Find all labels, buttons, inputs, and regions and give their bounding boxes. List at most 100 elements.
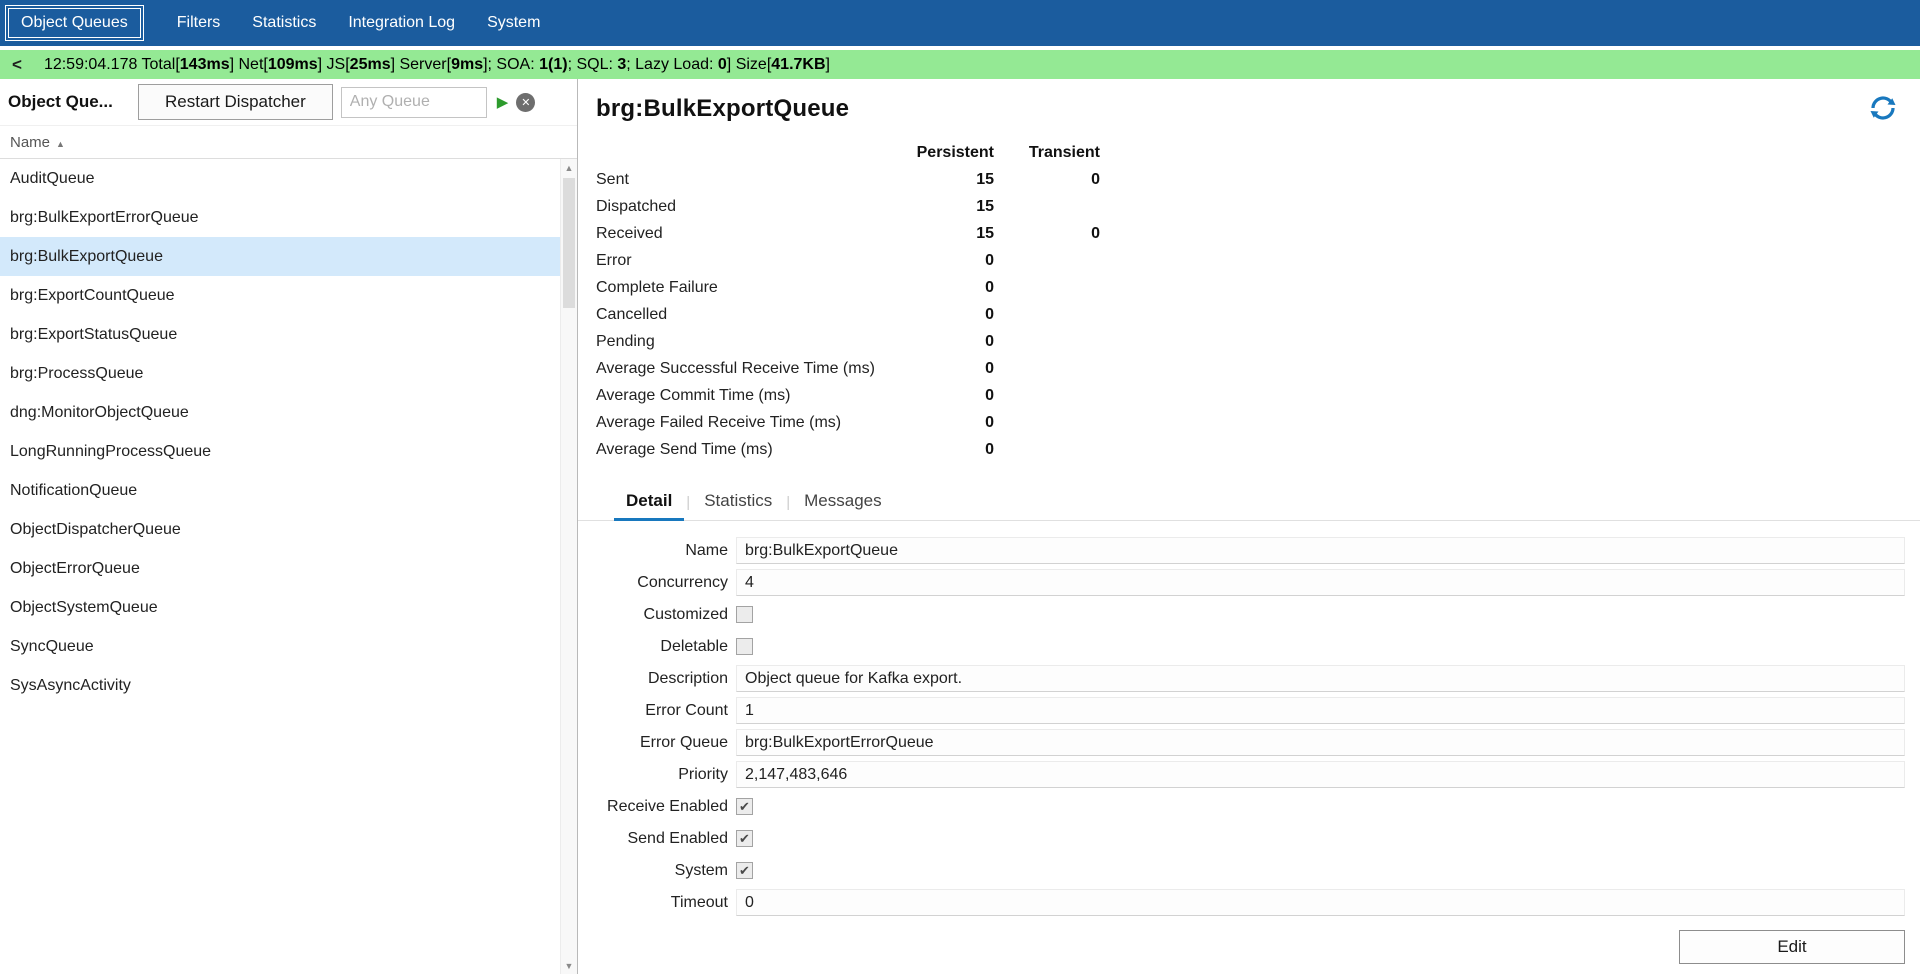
queue-list-item-brg-bulkexportqueue[interactable]: brg:BulkExportQueue [0,237,560,276]
stats-label: Average Successful Receive Time (ms) [596,360,896,378]
queue-list-item-objectdispatcherqueue[interactable]: ObjectDispatcherQueue [0,510,560,549]
perf-segment: 143ms [180,56,230,73]
scroll-up-icon[interactable] [561,159,577,176]
stats-transient-value: 0 [994,225,1100,243]
form-row-name: Namebrg:BulkExportQueue [596,537,1905,564]
perf-segment: ] Size[ [727,56,771,73]
restart-dispatcher-button[interactable]: Restart Dispatcher [138,84,333,120]
field-label-receive-enabled: Receive Enabled [596,798,736,816]
scroll-down-icon[interactable] [561,957,577,974]
queue-list-item-auditqueue[interactable]: AuditQueue [0,159,560,198]
stats-label: Pending [596,333,896,351]
stats-label: Sent [596,171,896,189]
perf-segment: ]; SOA: [483,56,539,73]
queue-search-input[interactable] [341,87,487,118]
stats-label: Complete Failure [596,279,896,297]
queue-list-body: AuditQueuebrg:BulkExportErrorQueuebrg:Bu… [0,159,577,974]
nav-tab-filters[interactable]: Filters [175,10,223,36]
detail-title: brg:BulkExportQueue [596,95,1905,123]
tab-detail[interactable]: Detail [612,491,686,520]
stats-label: Cancelled [596,306,896,324]
stats-label: Average Send Time (ms) [596,441,896,459]
column-header-name[interactable]: Name [0,126,577,159]
search-clear-icon[interactable] [516,93,535,112]
form-row-error-queue: Error Queuebrg:BulkExportErrorQueue [596,729,1905,756]
field-value-description[interactable]: Object queue for Kafka export. [736,665,1905,692]
queue-panel: Object Que... Restart Dispatcher ▶ Name … [0,79,578,974]
perf-segment: 41.7KB [771,56,825,73]
perf-segment: ; Lazy Load: [626,56,718,73]
field-value-timeout[interactable]: 0 [736,889,1905,916]
perf-segment: 9ms [451,56,483,73]
queue-list-item-longrunningprocessqueue[interactable]: LongRunningProcessQueue [0,432,560,471]
queue-list-item-objecterrorqueue[interactable]: ObjectErrorQueue [0,549,560,588]
search-go-icon[interactable]: ▶ [497,93,509,111]
performance-text: 12:59:04.178 Total[143ms] Net[109ms] JS[… [44,56,830,74]
nav-tab-integration-log[interactable]: Integration Log [346,10,457,36]
perf-segment: ] [826,56,830,73]
form-row-send-enabled: Send Enabled [596,825,1905,852]
queue-list-item-syncqueue[interactable]: SyncQueue [0,627,560,666]
stats-persistent-value: 0 [896,360,994,378]
back-arrow-icon[interactable]: < [12,55,22,75]
stats-persistent-value: 0 [896,414,994,432]
field-value-error-count[interactable]: 1 [736,697,1905,724]
form-row-timeout: Timeout0 [596,889,1905,916]
field-value-name[interactable]: brg:BulkExportQueue [736,537,1905,564]
stats-persistent-value: 0 [896,387,994,405]
scrollbar-thumb[interactable] [563,178,575,308]
stats-label: Error [596,252,896,270]
stats-row-dispatched: Dispatched15 [596,193,1905,220]
checkbox-system[interactable] [736,862,753,879]
stats-row-average-failed-receive-time-ms: Average Failed Receive Time (ms)0 [596,409,1905,436]
tab-messages[interactable]: Messages [790,491,895,520]
tab-statistics[interactable]: Statistics [690,491,786,520]
nav-tab-statistics[interactable]: Statistics [250,10,318,36]
queue-list-item-brg-bulkexporterrorqueue[interactable]: brg:BulkExportErrorQueue [0,198,560,237]
nav-tab-system[interactable]: System [485,10,542,36]
detail-tabs: Detail|Statistics|Messages [578,485,1920,521]
form-row-description: DescriptionObject queue for Kafka export… [596,665,1905,692]
edit-button[interactable]: Edit [1679,930,1905,964]
refresh-icon-glyph [1868,93,1898,123]
form-row-deletable: Deletable [596,633,1905,660]
form-row-customized: Customized [596,601,1905,628]
checkbox-deletable[interactable] [736,638,753,655]
queue-list-item-brg-exportstatusqueue[interactable]: brg:ExportStatusQueue [0,315,560,354]
field-label-deletable: Deletable [596,638,736,656]
main-split: Object Que... Restart Dispatcher ▶ Name … [0,79,1920,974]
column-header-label: Name [10,134,50,151]
queue-list-item-objectsystemqueue[interactable]: ObjectSystemQueue [0,588,560,627]
top-nav-tabs: Object Queues Filters Statistics Integratio… [8,8,542,38]
perf-segment: 0 [718,56,727,73]
sort-ascending-icon [56,134,65,151]
perf-segment: ; SQL: [568,56,618,73]
queue-list-item-notificationqueue[interactable]: NotificationQueue [0,471,560,510]
stats-persistent-value: 0 [896,333,994,351]
stats-row-average-send-time-ms: Average Send Time (ms)0 [596,436,1905,463]
refresh-icon[interactable] [1868,93,1898,123]
field-value-concurrency[interactable]: 4 [736,569,1905,596]
stats-row-pending: Pending0 [596,328,1905,355]
scrollbar-track[interactable] [561,176,577,957]
checkbox-send-enabled[interactable] [736,830,753,847]
queue-list-item-brg-processqueue[interactable]: brg:ProcessQueue [0,354,560,393]
stats-row-cancelled: Cancelled0 [596,301,1905,328]
checkbox-customized[interactable] [736,606,753,623]
perf-segment: 3 [617,56,626,73]
queue-list-item-dng-monitorobjectqueue[interactable]: dng:MonitorObjectQueue [0,393,560,432]
checkbox-receive-enabled[interactable] [736,798,753,815]
queue-list-scrollbar[interactable] [560,159,577,974]
queue-list-item-sysasyncactivity[interactable]: SysAsyncActivity [0,666,560,705]
field-value-error-queue[interactable]: brg:BulkExportErrorQueue [736,729,1905,756]
stats-header-row: PersistentTransient [596,139,1905,166]
stats-row-error: Error0 [596,247,1905,274]
stats-row-sent: Sent150 [596,166,1905,193]
stats-row-average-successful-receive-time-ms: Average Successful Receive Time (ms)0 [596,355,1905,382]
nav-tab-object-queues[interactable]: Object Queues [8,8,141,38]
stats-label: Received [596,225,896,243]
form-row-receive-enabled: Receive Enabled [596,793,1905,820]
queue-list-item-brg-exportcountqueue[interactable]: brg:ExportCountQueue [0,276,560,315]
field-label-priority: Priority [596,766,736,784]
field-value-priority[interactable]: 2,147,483,646 [736,761,1905,788]
